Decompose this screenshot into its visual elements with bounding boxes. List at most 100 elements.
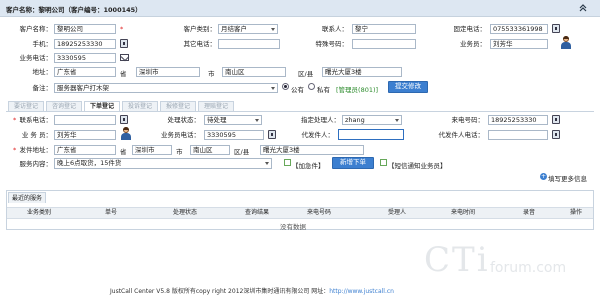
tabs-baseline: [6, 111, 594, 112]
incoming-input[interactable]: 18925253330: [488, 115, 548, 125]
order-contact-label: 联系电话：: [19, 116, 53, 124]
customer-name-input[interactable]: 黎明公司: [54, 24, 116, 34]
landline-label: 固定电话：: [453, 25, 487, 33]
agent-label: 代发件人：: [301, 131, 335, 139]
tab-visit[interactable]: 要访登记: [8, 101, 44, 111]
urgent-checkbox[interactable]: [284, 159, 291, 166]
address-label: 地址：: [32, 68, 53, 76]
title-customer-name: 黎明公司: [38, 6, 65, 14]
col-order-no: 单号: [104, 209, 117, 216]
salesman-input[interactable]: 刘芳华: [490, 39, 548, 49]
special-number-label: 特殊号码：: [315, 40, 349, 48]
ship-city-unit: 市: [176, 148, 183, 156]
collapse-icon[interactable]: [578, 3, 588, 13]
public-radio[interactable]: [282, 83, 289, 90]
person-hair: [123, 127, 129, 130]
tab-order[interactable]: 下单登记: [84, 101, 120, 111]
district-unit: 区/县: [298, 70, 314, 78]
tab-claim[interactable]: 理赔登记: [198, 101, 234, 111]
ship-street-input[interactable]: 曙光大厦3楼: [260, 145, 364, 155]
person-body: [561, 42, 571, 49]
watermark-logo: CTi forum.com: [424, 240, 594, 280]
agent-input[interactable]: [338, 129, 404, 140]
note-label: 备注：: [32, 84, 53, 92]
title-prefix: 客户名称：: [6, 6, 39, 14]
notify-label: 【短信通知业务员】: [388, 162, 447, 170]
recent-tab[interactable]: 最近的服务: [8, 192, 46, 203]
ship-province-input[interactable]: 广东省: [54, 145, 116, 155]
col-caller-number: 来电号码: [306, 209, 331, 216]
footer-text: JustCall Center V5.8 版权所有copy right 2012…: [110, 288, 330, 295]
content-label: 服务内容：: [19, 160, 53, 168]
order-status-label: 处理状态：: [167, 116, 201, 124]
note-select[interactable]: 服务器客户打木架: [54, 83, 278, 93]
more-info-label: 填写更多信息: [548, 175, 587, 183]
select-salesman-icon[interactable]: [560, 36, 572, 49]
sms-icon[interactable]: [120, 54, 129, 61]
dial-agent-icon[interactable]: [552, 130, 560, 139]
order-select-salesman-icon[interactable]: [120, 127, 132, 140]
person-hair: [563, 36, 569, 39]
province-input[interactable]: 广东省: [54, 67, 116, 77]
other-phone-input[interactable]: [218, 39, 280, 49]
sales-phone-input[interactable]: 3330595: [54, 53, 116, 63]
ship-city-input[interactable]: 深圳市: [132, 145, 172, 155]
dial-mobile-icon[interactable]: [120, 39, 128, 48]
public-label: 公有: [291, 86, 304, 94]
contact-input[interactable]: 黎宁: [352, 24, 416, 34]
dial-contact-icon[interactable]: [120, 115, 128, 124]
ship-district-unit: 区/县: [234, 148, 250, 156]
private-radio[interactable]: [308, 83, 315, 90]
new-order-button[interactable]: 新增下单: [332, 157, 374, 169]
ship-district-input[interactable]: 南山区: [190, 145, 230, 155]
admin-tag: [管理员(801)]: [336, 86, 379, 94]
footer-link[interactable]: http://www.justcall.cn: [329, 288, 394, 295]
tab-complaint[interactable]: 投诉登记: [122, 101, 158, 111]
public-radio-dot: [284, 85, 287, 88]
col-receiver: 受理人: [387, 209, 406, 216]
order-salesman-label: 业 务 员：: [21, 131, 52, 139]
city-input[interactable]: 深圳市: [136, 67, 200, 77]
col-business-type: 业务类别: [26, 209, 51, 216]
order-salesman-input[interactable]: 刘芳华: [54, 130, 116, 140]
footer: JustCall Center V5.8 版权所有copy right 2012…: [110, 286, 490, 295]
order-contact-input[interactable]: [54, 115, 116, 125]
tab-consult[interactable]: 咨询登记: [46, 101, 82, 111]
notify-checkbox[interactable]: [380, 159, 387, 166]
watermark-brand: CTi: [424, 240, 490, 280]
agent-phone-input[interactable]: [488, 130, 548, 140]
private-label: 私有: [317, 86, 330, 94]
order-sales-phone-input[interactable]: 3330595: [204, 130, 264, 140]
order-sales-phone-label: 业务员电话：: [161, 131, 200, 139]
mobile-label: 手机：: [32, 40, 53, 48]
col-status: 处理状态: [172, 209, 197, 216]
sales-phone-label: 业务电话：: [19, 54, 53, 62]
customer-category-label: 客户类别：: [183, 25, 217, 33]
agent-phone-label: 代发件人电话：: [438, 131, 485, 139]
street-input[interactable]: 曙光大厦3楼: [322, 67, 402, 77]
ship-province-unit: 省: [120, 148, 127, 156]
submit-changes-button[interactable]: 提交修改: [388, 81, 428, 93]
incoming-label: 来电号码：: [451, 116, 485, 124]
dial-sales-icon[interactable]: [268, 130, 276, 139]
dial-incoming-icon[interactable]: [552, 115, 560, 124]
mobile-input[interactable]: 18925253330: [54, 39, 116, 49]
district-input[interactable]: 南山区: [222, 67, 286, 77]
order-status-select[interactable]: 待处理: [204, 115, 262, 125]
tab-repair[interactable]: 报修登记: [160, 101, 196, 111]
col-query-result: 查询结果: [244, 209, 269, 216]
landline-input[interactable]: 075533361998: [490, 24, 548, 34]
urgent-label: 【加急件】: [292, 162, 325, 170]
plus-icon: +: [540, 173, 547, 180]
special-number-input[interactable]: [352, 39, 416, 49]
province-unit: 省: [120, 70, 127, 78]
empty-text: 没有数据: [280, 223, 306, 231]
handler-select[interactable]: zhang: [342, 115, 402, 125]
col-actions: 操作: [569, 209, 582, 216]
col-recording: 录音: [522, 209, 535, 216]
customer-category-select[interactable]: 月结客户: [218, 24, 278, 34]
content-select[interactable]: 晚上6点取货，15件货: [54, 158, 272, 169]
customer-title: 客户名称：黎明公司（客户编号：1000145）: [6, 4, 142, 14]
dial-landline-icon[interactable]: [552, 24, 560, 33]
city-unit: 市: [208, 70, 215, 78]
